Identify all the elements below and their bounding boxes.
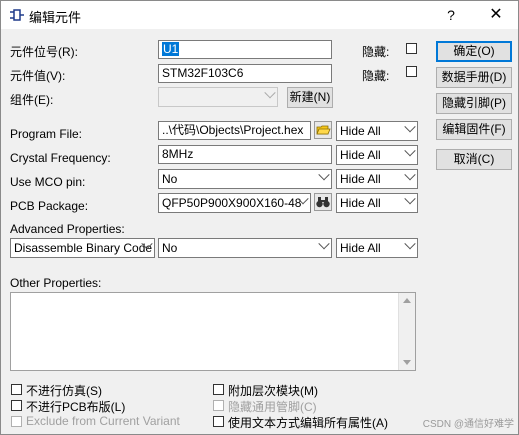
advanced-property-name: Disassemble Binary Code — [14, 241, 153, 255]
pcb-package-label: PCB Package: — [10, 199, 89, 213]
value-input[interactable]: STM32F103C6 — [158, 64, 332, 83]
binoculars-icon[interactable] — [314, 193, 332, 211]
advanced-properties-heading: Advanced Properties: — [10, 222, 125, 236]
component-icon — [10, 9, 24, 21]
ref-hide-label: 隐藏: — [362, 45, 390, 59]
use-mco-pin-value: No — [162, 172, 178, 186]
edit-all-properties-label: 使用文本方式编辑所有属性(A) — [228, 416, 388, 430]
edit-all-properties-checkbox[interactable] — [213, 416, 224, 427]
folder-open-icon[interactable] — [314, 121, 332, 139]
pcb-package-visibility-value: Hide All — [340, 196, 381, 210]
watermark: CSDN @通信好难学 — [422, 419, 514, 430]
value-label: 元件值(V): — [10, 69, 66, 83]
exclude-variant-checkbox — [11, 416, 22, 427]
other-properties-textarea[interactable] — [10, 292, 416, 371]
use-mco-pin-visibility-select[interactable]: Hide All — [336, 169, 418, 189]
chevron-down-icon — [318, 170, 330, 181]
hide-pins-button[interactable]: 隐藏引脚(P) — [436, 93, 512, 114]
crystal-frequency-label: Crystal Frequency: — [10, 151, 111, 165]
advanced-property-name-select[interactable]: Disassemble Binary Code — [10, 238, 155, 258]
group-label: 组件(E): — [10, 93, 54, 107]
value-hide-checkbox[interactable] — [406, 66, 417, 77]
group-select — [158, 87, 278, 107]
edit-firmware-button[interactable]: 编辑固件(F) — [436, 119, 512, 140]
ok-button[interactable]: 确定(O) — [436, 41, 512, 62]
dialog-title: 编辑元件 — [29, 10, 82, 25]
advanced-property-value: No — [162, 241, 178, 255]
crystal-frequency-input[interactable]: 8MHz — [158, 145, 332, 164]
chevron-down-icon — [404, 146, 416, 157]
program-file-input[interactable]: ..\代码\Objects\Project.hex — [158, 121, 311, 140]
ref-value: U1 — [162, 42, 180, 56]
exclude-simulation-label: 不进行仿真(S) — [26, 384, 102, 398]
exclude-pcb-label: 不进行PCB布版(L) — [26, 400, 126, 414]
help-button[interactable]: ? — [441, 4, 461, 26]
program-file-visibility-select[interactable]: Hide All — [336, 121, 418, 141]
vertical-scrollbar[interactable] — [398, 293, 415, 370]
ref-hide-checkbox[interactable] — [406, 43, 417, 54]
datasheet-button[interactable]: 数据手册(D) — [436, 67, 512, 88]
edit-component-dialog: 编辑元件 ? ✕ 元件位号(R): U1 隐藏: 元件值(V): STM32F1… — [0, 0, 519, 435]
new-group-button[interactable]: 新建(N) — [287, 87, 333, 108]
other-properties-label: Other Properties: — [10, 276, 102, 290]
close-button[interactable]: ✕ — [484, 4, 508, 26]
use-mco-pin-visibility-value: Hide All — [340, 172, 381, 186]
hide-common-pins-label: 隐藏通用管脚(C) — [228, 400, 317, 414]
program-file-visibility-value: Hide All — [340, 124, 381, 138]
hierarchy-module-checkbox[interactable] — [213, 384, 224, 395]
program-file-label: Program File: — [10, 127, 83, 141]
advanced-property-value-select[interactable]: No — [158, 238, 332, 258]
advanced-visibility-value: Hide All — [340, 241, 381, 255]
pcb-package-visibility-select[interactable]: Hide All — [336, 193, 418, 213]
advanced-visibility-select[interactable]: Hide All — [336, 238, 418, 258]
chevron-down-icon — [404, 122, 416, 133]
scroll-up-arrow-icon[interactable] — [403, 298, 411, 303]
use-mco-pin-select[interactable]: No — [158, 169, 332, 189]
value-hide-label: 隐藏: — [362, 69, 390, 83]
exclude-simulation-checkbox[interactable] — [11, 384, 22, 395]
chevron-down-icon — [404, 170, 416, 181]
cancel-button[interactable]: 取消(C) — [436, 149, 512, 170]
exclude-pcb-checkbox[interactable] — [11, 400, 22, 411]
ref-label: 元件位号(R): — [10, 45, 78, 59]
chevron-down-icon — [404, 239, 416, 250]
crystal-frequency-visibility-value: Hide All — [340, 148, 381, 162]
scroll-down-arrow-icon[interactable] — [403, 360, 411, 365]
exclude-variant-label: Exclude from Current Variant — [26, 414, 180, 428]
pcb-package-value: QFP50P900X900X160-48 — [162, 196, 302, 210]
ref-input[interactable]: U1 — [158, 40, 332, 59]
hierarchy-module-label: 附加层次模块(M) — [228, 384, 318, 398]
use-mco-pin-label: Use MCO pin: — [10, 175, 86, 189]
chevron-down-icon — [264, 88, 276, 99]
pcb-package-select[interactable]: QFP50P900X900X160-48 — [158, 193, 311, 213]
chevron-down-icon — [318, 239, 330, 250]
title-bar: 编辑元件 ? ✕ — [1, 1, 518, 29]
crystal-frequency-visibility-select[interactable]: Hide All — [336, 145, 418, 165]
hide-common-pins-checkbox — [213, 400, 224, 411]
chevron-down-icon — [404, 194, 416, 205]
